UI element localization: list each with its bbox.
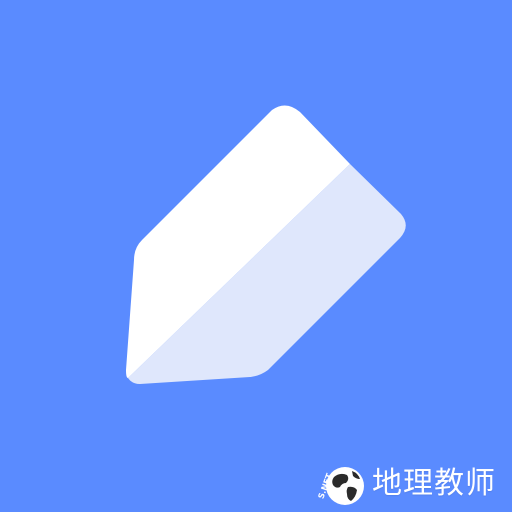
watermark-text: 地理教师 bbox=[372, 466, 496, 501]
pencil-icon bbox=[126, 105, 406, 384]
app-icon-canvas: S.NET 地理教师 bbox=[0, 0, 512, 512]
globe-logo-icon: S.NET bbox=[317, 467, 364, 505]
watermark: S.NET 地理教师 bbox=[300, 455, 510, 511]
